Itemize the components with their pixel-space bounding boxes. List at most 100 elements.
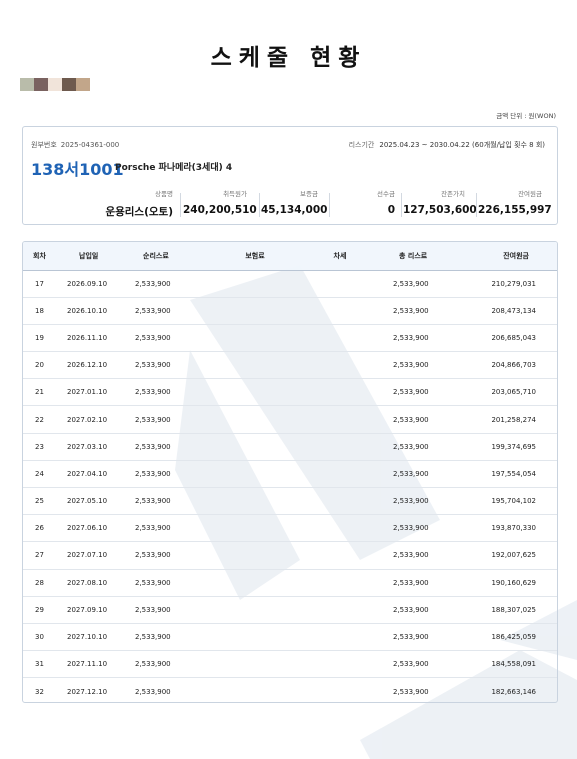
cell-vehicle-tax	[299, 297, 381, 325]
cell-installment: 28	[23, 569, 59, 597]
table-row: 29 2027.09.10 2,533,900 2,533,900 188,307,02…	[23, 596, 557, 624]
table-row: 20 2026.12.10 2,533,900 2,533,900 204,866,70…	[23, 351, 557, 380]
cell-net-lease: 2,533,900	[129, 596, 211, 624]
table-row: 17 2026.09.10 2,533,900 2,533,900 210,279,03…	[23, 270, 557, 298]
cell-insurance	[211, 460, 299, 489]
cell-total-lease: 2,533,900	[381, 541, 469, 570]
schedule-table: 회차 납입일 순리스료 보험료 차세 총 리스료 잔여원금 17 2026.09.…	[23, 242, 557, 702]
contract-number-label: 원부번호	[31, 141, 57, 149]
table-row: 18 2026.10.10 2,533,900 2,533,900 208,473,13…	[23, 297, 557, 325]
cell-insurance	[211, 487, 299, 516]
cell-net-lease: 2,533,900	[129, 405, 211, 434]
vehicle-plate-number: 138서1001	[31, 160, 124, 179]
column-header-insurance: 보험료	[211, 242, 299, 271]
cell-remaining-principal: 206,685,043	[469, 324, 557, 353]
field-divider	[329, 193, 330, 217]
table-header-row: 회차 납입일 순리스료 보험료 차세 총 리스료 잔여원금	[23, 242, 557, 271]
column-header-payment-date: 납입일	[59, 242, 129, 271]
cell-total-lease: 2,533,900	[381, 460, 469, 489]
column-header-remaining-principal: 잔여원금	[469, 242, 557, 271]
cell-net-lease: 2,533,900	[129, 297, 211, 325]
cell-payment-date: 2026.10.10	[59, 297, 129, 325]
cell-vehicle-tax	[299, 378, 381, 407]
schedule-rows: 17 2026.09.10 2,533,900 2,533,900 210,279,03…	[23, 270, 557, 702]
field-label: 상품명	[155, 190, 173, 198]
column-header-vehicle-tax: 차세	[299, 242, 381, 271]
cell-payment-date: 2027.06.10	[59, 514, 129, 543]
cell-total-lease: 2,533,900	[381, 433, 469, 461]
lease-period-label: 리스기간	[348, 141, 375, 149]
cell-insurance	[211, 623, 299, 652]
cell-insurance	[211, 433, 299, 461]
cell-insurance	[211, 514, 299, 543]
table-row: 28 2027.08.10 2,533,900 2,533,900 190,160,62…	[23, 569, 557, 597]
cell-installment: 30	[23, 623, 59, 652]
cell-payment-date: 2027.03.10	[59, 433, 129, 461]
cell-net-lease: 2,533,900	[129, 433, 211, 461]
cell-payment-date: 2027.08.10	[59, 569, 129, 597]
field-value: 0	[387, 204, 395, 216]
cell-installment: 21	[23, 378, 59, 407]
cell-vehicle-tax	[299, 405, 381, 434]
contract-fields: 상품명 운용리스(오토) 취득원가 240,200,510 보증금 45,134…	[23, 187, 559, 218]
table-row: 19 2026.11.10 2,533,900 2,533,900 206,685,04…	[23, 324, 557, 353]
cell-insurance	[211, 405, 299, 434]
cell-vehicle-tax	[299, 270, 381, 298]
cell-payment-date: 2027.11.10	[59, 650, 129, 679]
table-row: 31 2027.11.10 2,533,900 2,533,900 184,558,09…	[23, 650, 557, 679]
color-swatch	[34, 78, 48, 91]
field-advance-payment: 선수금 0	[343, 187, 395, 217]
cell-insurance	[211, 569, 299, 597]
column-header-total-lease: 총 리스료	[381, 242, 469, 271]
color-swatch	[20, 78, 34, 91]
cell-insurance	[211, 351, 299, 380]
cell-vehicle-tax	[299, 678, 381, 702]
cell-total-lease: 2,533,900	[381, 569, 469, 597]
cell-payment-date: 2027.04.10	[59, 460, 129, 489]
cell-net-lease: 2,533,900	[135, 687, 171, 696]
cell-total-lease: 2,533,900	[381, 514, 469, 543]
cell-insurance	[211, 541, 299, 570]
cell-remaining-principal: 210,279,031	[469, 270, 557, 298]
cell-installment: 27	[23, 541, 59, 570]
table-row: 21 2027.01.10 2,533,900 2,533,900 203,065,71…	[23, 378, 557, 407]
cell-net-lease: 2,533,900	[129, 569, 211, 597]
field-label: 취득원가	[223, 190, 247, 198]
color-swatch	[62, 78, 76, 91]
cell-total-lease: 2,533,900	[381, 650, 469, 679]
cell-total-lease: 2,533,900	[381, 596, 469, 624]
cell-payment-date: 2027.10.10	[59, 623, 129, 652]
schedule-table-container: 회차 납입일 순리스료 보험료 차세 총 리스료 잔여원금 17 2026.09.…	[22, 241, 558, 703]
cell-insurance	[211, 378, 299, 407]
cell-net-lease: 2,533,900	[129, 378, 211, 407]
cell-installment: 17	[23, 270, 59, 298]
field-remaining-principal: 잔여원금 226,155,997	[478, 187, 552, 217]
color-swatch-strip	[20, 78, 90, 91]
cell-remaining-principal: 193,870,330	[469, 514, 557, 543]
cell-total-lease: 2,533,900	[393, 687, 429, 696]
vehicle-model: Porsche 파나메라(3세대) 4	[115, 163, 233, 173]
contract-summary-card: 원부번호 2025-04361-000 리스기간 2025.04.23 ~ 2030…	[22, 126, 558, 225]
field-residual-value: 잔존가치 127,503,600	[403, 187, 477, 217]
field-divider	[476, 193, 477, 217]
cell-installment: 20	[23, 351, 59, 380]
cell-payment-date: 2026.09.10	[59, 270, 129, 298]
cell-vehicle-tax	[299, 433, 381, 461]
field-divider	[401, 193, 402, 217]
color-swatch	[76, 78, 90, 91]
cell-total-lease: 2,533,900	[381, 270, 469, 298]
cell-payment-date: 2027.01.10	[59, 378, 129, 407]
cell-payment-date: 2027.09.10	[59, 596, 129, 624]
cell-installment: 24	[23, 460, 59, 489]
currency-unit-note: 금액 단위 : 원(WON)	[496, 112, 556, 120]
cell-net-lease: 2,533,900	[129, 270, 211, 298]
table-row: 25 2027.05.10 2,533,900 2,533,900 195,704,10…	[23, 487, 557, 516]
color-swatch	[48, 78, 62, 91]
cell-vehicle-tax	[299, 623, 381, 652]
cell-remaining-principal: 190,160,629	[469, 569, 557, 597]
table-row: 24 2027.04.10 2,533,900 2,533,900 197,554,05…	[23, 460, 557, 489]
cell-vehicle-tax	[299, 596, 381, 624]
cell-vehicle-tax	[299, 324, 381, 353]
field-divider	[259, 193, 260, 217]
field-product: 상품명 운용리스(오토)	[83, 187, 173, 218]
